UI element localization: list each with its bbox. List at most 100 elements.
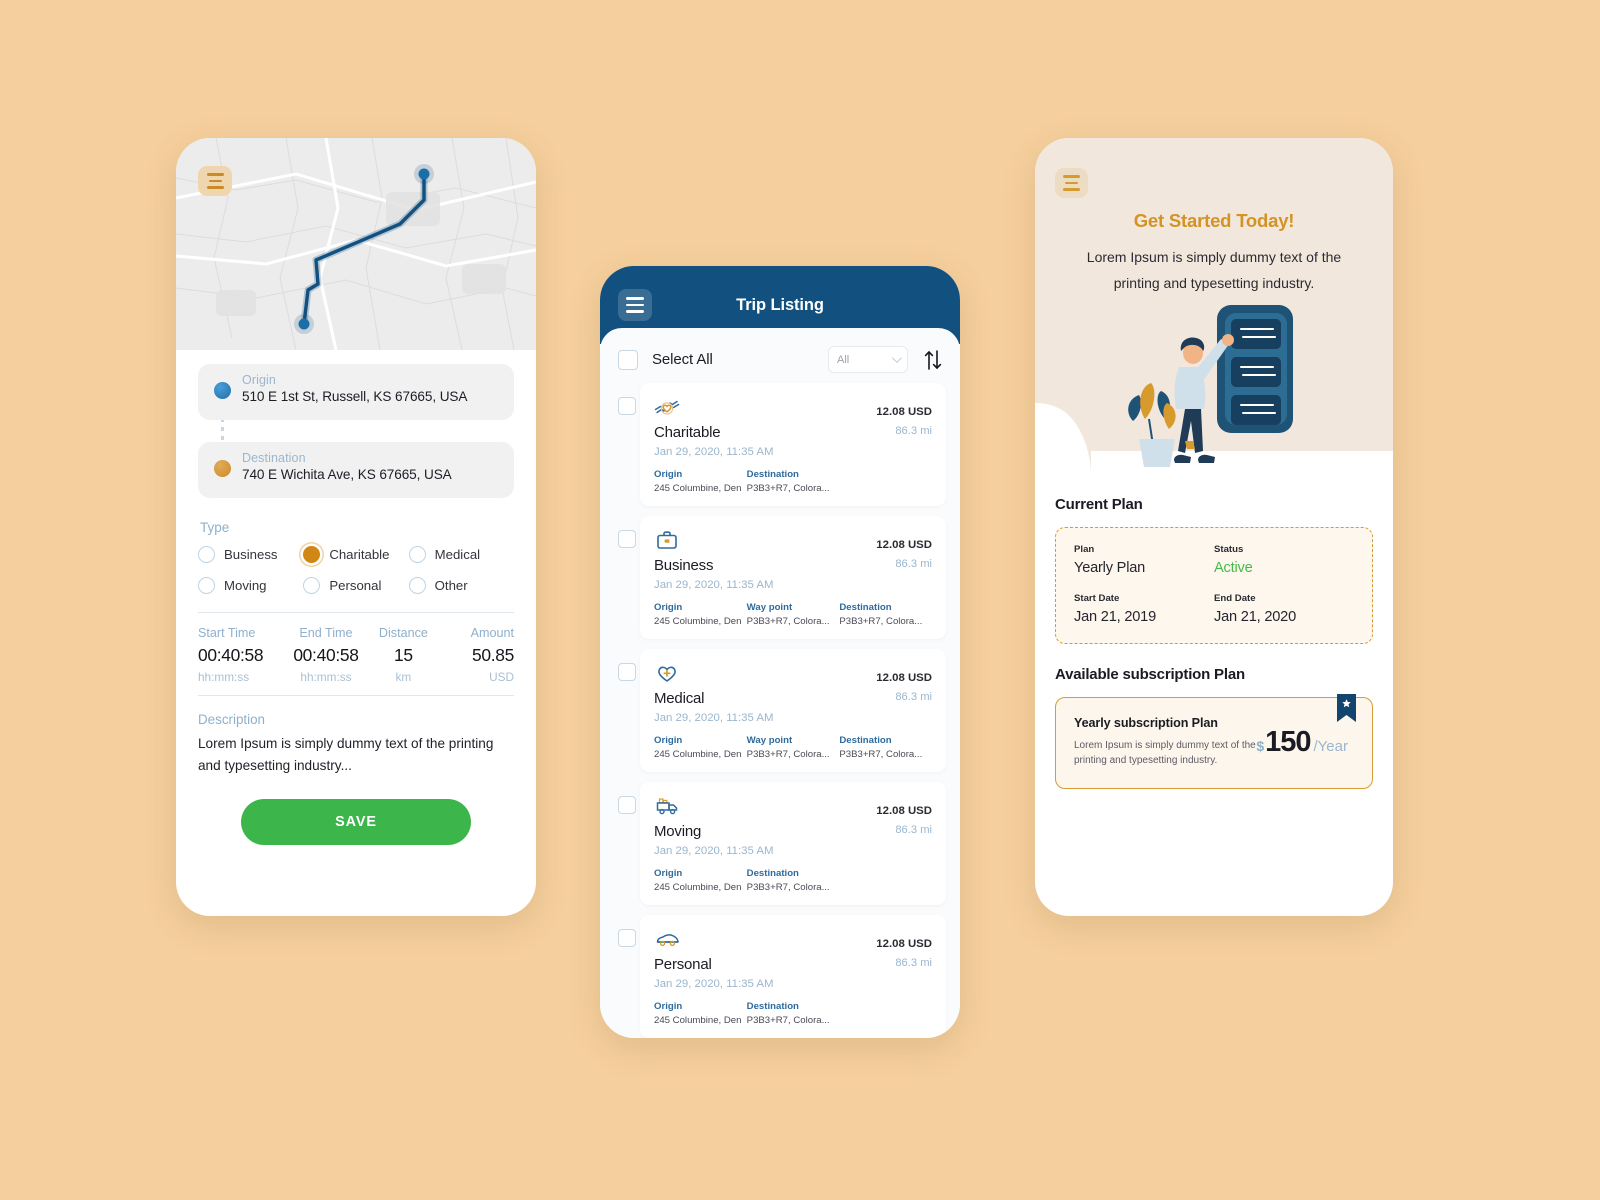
trip-name: Business [654, 557, 714, 574]
trip-leg-empty [839, 469, 932, 494]
price-amount: 150 [1265, 725, 1311, 758]
trip-legs: Origin 245 Columbine, Denv... Way point … [654, 735, 932, 760]
stat-key: Distance [378, 626, 428, 640]
trip-detail-screen: Origin 510 E 1st St, Russell, KS 67665, … [176, 138, 536, 916]
trip-card[interactable]: Personal Jan 29, 2020, 11:35 AM 12.08 US… [640, 915, 946, 1038]
leg-label: Origin [654, 735, 683, 746]
leg-label: Destination [746, 868, 799, 879]
stat-amount: Amount 50.85 USD [438, 626, 515, 684]
radio-charitable[interactable]: Charitable [303, 546, 408, 563]
leg-value: 245 Columbine, Denv... [654, 882, 741, 893]
plan-info: Yearly subscription Plan Lorem Ipsum is … [1074, 716, 1256, 768]
type-radio-group: Business Charitable Medical Moving Perso… [198, 546, 514, 594]
row-checkbox[interactable] [618, 796, 636, 814]
trip-name: Medical [654, 690, 705, 707]
destination-field[interactable]: Destination 740 E Wichita Ave, KS 67665,… [198, 442, 514, 498]
trip-card[interactable]: Charitable Jan 29, 2020, 11:35 AM 12.08 … [640, 383, 946, 506]
trip-card[interactable]: Medical Jan 29, 2020, 11:35 AM 12.08 USD… [640, 649, 946, 772]
list-item[interactable]: Moving Jan 29, 2020, 11:35 AM 12.08 USD … [600, 782, 960, 905]
leg-label: Destination [746, 1001, 799, 1012]
destination-value: 740 E Wichita Ave, KS 67665, USA [242, 467, 452, 482]
radio-moving[interactable]: Moving [198, 577, 303, 594]
trip-legs: Origin 245 Columbine, Denv... Destinatio… [654, 868, 932, 893]
field-key: Start Date [1074, 593, 1120, 604]
leg-label: Origin [654, 602, 683, 613]
hero-subtitle: Lorem Ipsum is simply dummy text of the … [1086, 249, 1342, 291]
plan-name: Yearly subscription Plan [1074, 716, 1218, 730]
subscription-plan-card[interactable]: Yearly subscription Plan Lorem Ipsum is … [1055, 694, 1373, 789]
car-icon [654, 926, 876, 952]
row-checkbox[interactable] [618, 397, 636, 415]
radio-business[interactable]: Business [198, 546, 303, 563]
list-item[interactable]: Personal Jan 29, 2020, 11:35 AM 12.08 US… [600, 915, 960, 1038]
radio-label: Personal [329, 578, 382, 593]
trip-amount: 12.08 USD [876, 938, 932, 950]
subscription-screen: Get Started Today! Lorem Ipsum is simply… [1035, 138, 1393, 916]
trip-card[interactable]: Moving Jan 29, 2020, 11:35 AM 12.08 USD … [640, 782, 946, 905]
field-plan: Plan Yearly Plan [1074, 544, 1214, 576]
trip-amount: 12.08 USD [876, 539, 932, 551]
list-toolbar: Select All All [600, 328, 960, 383]
hands-heart-icon [654, 394, 876, 420]
trip-detail-body: Origin 510 E 1st St, Russell, KS 67665, … [176, 350, 536, 845]
plan-description: Lorem Ipsum is simply dummy text of the … [1074, 740, 1256, 766]
bookmark-star-icon [1337, 694, 1356, 722]
trip-leg: Destination P3B3+R7, Colora... [747, 868, 840, 893]
stat-end-time: End Time 00:40:58 hh:mm:ss [283, 626, 368, 684]
description-label: Description [198, 712, 265, 727]
field-key: Status [1214, 544, 1244, 555]
field-value: Yearly Plan [1074, 560, 1146, 576]
radio-personal[interactable]: Personal [303, 577, 408, 594]
origin-label: Origin [242, 373, 276, 387]
price-currency: $ [1256, 737, 1265, 754]
stat-value: 00:40:58 [293, 645, 359, 665]
leg-value: 245 Columbine, Denv... [654, 483, 741, 494]
radio-label: Other [434, 578, 468, 593]
trip-leg: Way point P3B3+R7, Colora... [747, 735, 840, 760]
leg-label: Origin [654, 868, 683, 879]
trip-leg-empty [839, 868, 932, 893]
field-value: Jan 21, 2019 [1074, 609, 1156, 625]
trip-amount: 12.08 USD [876, 406, 932, 418]
hamburger-icon[interactable] [198, 166, 232, 196]
hero-title: Get Started Today! [1133, 210, 1295, 231]
select-all-checkbox[interactable] [618, 349, 638, 370]
trip-name: Moving [654, 823, 702, 840]
row-checkbox[interactable] [618, 929, 636, 947]
design-canvas: Origin 510 E 1st St, Russell, KS 67665, … [0, 0, 1600, 1200]
row-checkbox[interactable] [618, 530, 636, 548]
trip-card[interactable]: Business Jan 29, 2020, 11:35 AM 12.08 US… [640, 516, 946, 639]
radio-dot-icon [408, 577, 426, 594]
list-item[interactable]: Business Jan 29, 2020, 11:35 AM 12.08 US… [600, 516, 960, 639]
trip-stats: Start Time 00:40:58 hh:mm:ss End Time 00… [198, 612, 514, 696]
radio-dot-icon [303, 577, 321, 594]
route-map[interactable] [176, 138, 536, 350]
radio-other[interactable]: Other [408, 577, 514, 594]
trip-amount: 12.08 USD [876, 805, 932, 817]
leg-value: P3B3+R7, Colora... [746, 616, 830, 627]
leg-label: Way point [746, 602, 793, 613]
hamburger-icon[interactable] [1055, 168, 1088, 198]
leg-label: Destination [839, 735, 892, 746]
sort-updown-icon[interactable] [924, 349, 942, 371]
leg-label: Destination [839, 602, 892, 613]
stat-unit: km [395, 670, 412, 684]
stat-value: 15 [394, 645, 413, 665]
origin-field[interactable]: Origin 510 E 1st St, Russell, KS 67665, … [198, 364, 514, 420]
filter-select[interactable]: All [828, 346, 908, 373]
list-item[interactable]: Charitable Jan 29, 2020, 11:35 AM 12.08 … [600, 383, 960, 506]
leg-label: Destination [746, 469, 799, 480]
trip-legs: Origin 245 Columbine, Denv... Destinatio… [654, 1001, 932, 1026]
subscription-body: Current Plan Plan Yearly Plan Status Act… [1035, 476, 1393, 789]
field-start-date: Start Date Jan 21, 2019 [1074, 593, 1214, 625]
radio-medical[interactable]: Medical [408, 546, 514, 563]
list-item[interactable]: Medical Jan 29, 2020, 11:35 AM 12.08 USD… [600, 649, 960, 772]
trip-listing-screen: Trip Listing Select All All Charitable J… [600, 266, 960, 1038]
stat-key: Start Time [198, 626, 256, 640]
row-checkbox[interactable] [618, 663, 636, 681]
chevron-down-icon [891, 353, 902, 364]
stat-distance: Distance 15 km [369, 626, 439, 684]
leg-label: Origin [654, 469, 683, 480]
trip-legs: Origin 245 Columbine, Denv... Destinatio… [654, 469, 932, 494]
save-button[interactable]: SAVE [241, 799, 471, 845]
